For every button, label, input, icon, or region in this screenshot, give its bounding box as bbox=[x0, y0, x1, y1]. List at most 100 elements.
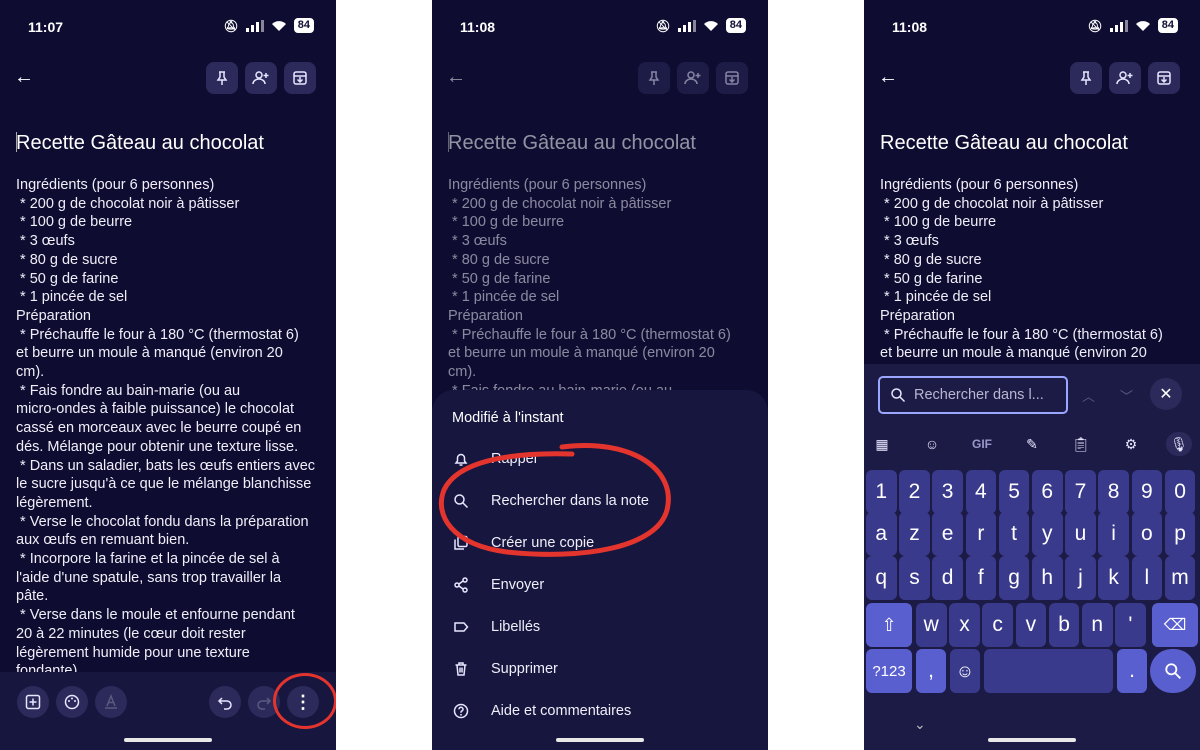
add-collaborator-button[interactable] bbox=[1109, 62, 1141, 94]
redo-icon bbox=[257, 697, 272, 710]
add-collaborator-button[interactable] bbox=[245, 62, 277, 94]
key-s[interactable]: s bbox=[899, 556, 930, 600]
chevron-up-icon[interactable]: ︿ bbox=[1082, 386, 1095, 405]
space-key[interactable] bbox=[984, 649, 1113, 693]
search-icon bbox=[891, 388, 906, 403]
back-arrow-icon[interactable]: ← bbox=[878, 66, 898, 89]
key-7[interactable]: 7 bbox=[1065, 470, 1096, 514]
battery-icon: 84 bbox=[1157, 18, 1178, 33]
text-format-button[interactable] bbox=[95, 686, 127, 718]
back-arrow-icon[interactable]: ← bbox=[14, 66, 34, 89]
key-9[interactable]: 9 bbox=[1131, 470, 1163, 514]
wifi-icon bbox=[1135, 20, 1150, 31]
palette-button[interactable] bbox=[56, 686, 88, 718]
key-x[interactable]: x bbox=[949, 603, 980, 647]
period-key[interactable]: . bbox=[1117, 649, 1147, 693]
key-j[interactable]: j bbox=[1065, 556, 1096, 600]
note-body[interactable]: Ingrédients (pour 6 personnes) * 200 g d… bbox=[880, 176, 1190, 363]
home-indicator bbox=[556, 738, 644, 742]
key-r[interactable]: r bbox=[965, 512, 997, 556]
key-k[interactable]: k bbox=[1098, 556, 1129, 600]
mute-icon: 🔕︎ bbox=[1087, 18, 1103, 33]
pin-icon bbox=[216, 71, 228, 85]
key-b[interactable]: b bbox=[1048, 603, 1080, 647]
emoji-icon: ☺ bbox=[955, 660, 975, 681]
palette-icon bbox=[64, 694, 80, 710]
chevron-down-icon[interactable]: ﹀ bbox=[1120, 386, 1133, 405]
key-f[interactable]: f bbox=[965, 556, 997, 600]
archive-button[interactable] bbox=[284, 62, 316, 94]
signal-icon bbox=[245, 19, 264, 32]
key-2[interactable]: 2 bbox=[899, 470, 930, 514]
shift-icon: ⇧ bbox=[881, 614, 897, 635]
text-format-icon bbox=[105, 694, 117, 709]
key-e[interactable]: e bbox=[932, 512, 963, 556]
key-6[interactable]: 6 bbox=[1032, 470, 1063, 514]
keyboard-toolbar: ▦ ☺ GIF ✎ 📋︎ ⚙ 🎙︎ bbox=[864, 432, 1200, 456]
signal-icon bbox=[1109, 19, 1128, 32]
gear-icon[interactable]: ⚙ bbox=[1118, 432, 1144, 456]
key-8[interactable]: 8 bbox=[1098, 470, 1129, 514]
key-l[interactable]: l bbox=[1131, 556, 1163, 600]
magic-icon[interactable]: ✎ bbox=[1019, 432, 1045, 456]
note-title[interactable]: Recette Gâteau au chocolat bbox=[880, 132, 1128, 155]
close-search-button[interactable]: ✕ bbox=[1150, 378, 1182, 410]
key-u[interactable]: u bbox=[1065, 512, 1096, 556]
key-i[interactable]: i bbox=[1098, 512, 1129, 556]
search-placeholder: Rechercher dans l... bbox=[914, 387, 1044, 403]
key-0[interactable]: 0 bbox=[1164, 470, 1196, 514]
clipboard-icon[interactable]: 📋︎ bbox=[1068, 432, 1094, 456]
shift-key[interactable]: ⇧ bbox=[866, 603, 912, 647]
emoji-key[interactable]: ☺ bbox=[950, 649, 980, 693]
keyboard-hide-icon[interactable]: ⌄ bbox=[914, 716, 926, 733]
search-key[interactable] bbox=[1150, 649, 1196, 693]
pin-button[interactable] bbox=[1070, 62, 1102, 94]
note-body[interactable]: Ingrédients (pour 6 personnes) * 200 g d… bbox=[16, 176, 326, 681]
key-h[interactable]: h bbox=[1032, 556, 1063, 600]
key-c[interactable]: c bbox=[982, 603, 1013, 647]
key-v[interactable]: v bbox=[1015, 603, 1047, 647]
annotation-circle bbox=[273, 673, 336, 729]
key-5[interactable]: 5 bbox=[998, 470, 1030, 514]
wifi-icon bbox=[271, 20, 286, 31]
comma-key[interactable]: , bbox=[916, 649, 946, 693]
key-a[interactable]: a bbox=[866, 512, 897, 556]
find-in-note-bar: Rechercher dans l... ︿ ﹀ ✕ bbox=[864, 364, 1200, 426]
key-3[interactable]: 3 bbox=[932, 470, 963, 514]
symbols-key[interactable]: ?123 bbox=[866, 649, 912, 693]
key-q[interactable]: q bbox=[866, 556, 897, 600]
status-bar: 11:07 🔕︎ 84 bbox=[0, 18, 336, 38]
key-z[interactable]: z bbox=[899, 512, 930, 556]
key-o[interactable]: o bbox=[1131, 512, 1163, 556]
key-1[interactable]: 1 bbox=[866, 470, 897, 514]
backspace-icon: ⌫ bbox=[1163, 617, 1187, 634]
key-y[interactable]: y bbox=[1032, 512, 1063, 556]
apps-icon[interactable]: ▦ bbox=[869, 432, 895, 456]
person-add-icon bbox=[252, 71, 269, 85]
key-p[interactable]: p bbox=[1164, 512, 1196, 556]
archive-button[interactable] bbox=[1148, 62, 1180, 94]
key-d[interactable]: d bbox=[932, 556, 963, 600]
key-t[interactable]: t bbox=[998, 512, 1030, 556]
key-m[interactable]: m bbox=[1164, 556, 1196, 600]
key-n[interactable]: n bbox=[1082, 603, 1113, 647]
add-box-button[interactable] bbox=[17, 686, 49, 718]
key-4[interactable]: 4 bbox=[965, 470, 997, 514]
on-screen-keyboard: ▦ ☺ GIF ✎ 📋︎ ⚙ 🎙︎ 1234567890 azertyuiop qs… bbox=[864, 426, 1200, 750]
key-apostrophe[interactable]: ' bbox=[1115, 603, 1146, 647]
pin-button[interactable] bbox=[206, 62, 238, 94]
note-title-text: Recette Gâteau au chocolat bbox=[16, 132, 264, 154]
search-input[interactable]: Rechercher dans l... bbox=[878, 376, 1068, 414]
note-title[interactable]: Recette Gâteau au chocolat bbox=[16, 132, 264, 155]
clock: 11:08 bbox=[892, 19, 928, 35]
key-w[interactable]: w bbox=[916, 603, 947, 647]
undo-icon bbox=[217, 697, 232, 710]
phone-screen-menu: 11:08 🔕︎ 84 ← Recette Gâteau au chocolat… bbox=[432, 0, 768, 750]
backspace-key[interactable]: ⌫ bbox=[1152, 603, 1198, 647]
key-g[interactable]: g bbox=[998, 556, 1030, 600]
status-bar: 11:08 🔕︎ 84 bbox=[864, 18, 1200, 38]
gif-button[interactable]: GIF bbox=[969, 432, 995, 456]
sticker-icon[interactable]: ☺ bbox=[919, 432, 945, 456]
undo-button[interactable] bbox=[209, 686, 241, 718]
mic-icon[interactable]: 🎙︎ bbox=[1166, 432, 1192, 456]
